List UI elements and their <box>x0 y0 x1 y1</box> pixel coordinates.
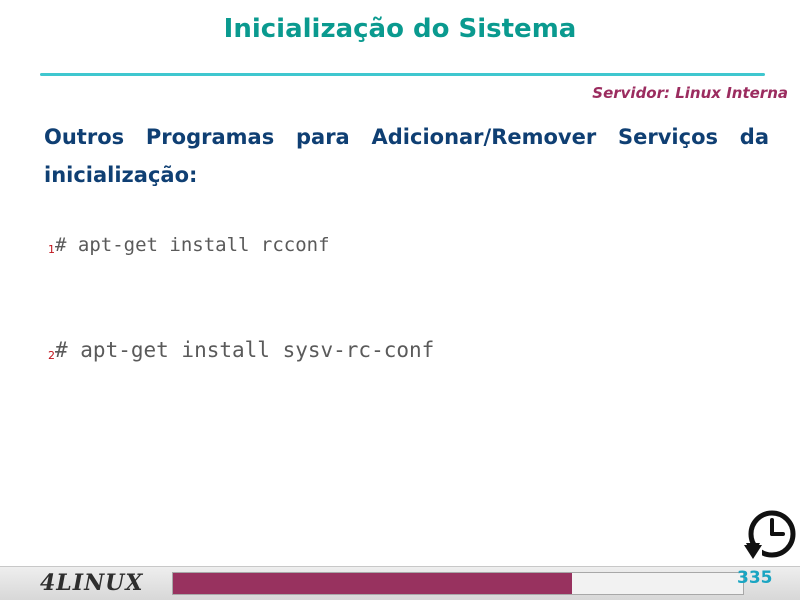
command-number-1: 1 <box>48 243 55 256</box>
content-heading: Outros Programas para Adicionar/Remover … <box>44 125 769 187</box>
page-number: 335 <box>737 568 773 588</box>
command-line-2: 2# apt-get install sysv-rc-conf <box>48 338 434 362</box>
command-number-2: 2 <box>48 349 55 362</box>
slide-subtitle: Servidor: Linux Interna <box>592 84 788 102</box>
command-line-1: 1# apt-get install rcconf <box>48 234 330 256</box>
command-text-1: # apt-get install rcconf <box>55 234 330 256</box>
slide-progress-fill <box>173 573 572 594</box>
slide-title: Inicialização do Sistema <box>223 14 577 44</box>
brand-logo: 4LINUX <box>40 570 144 596</box>
command-text-2: # apt-get install sysv-rc-conf <box>55 338 435 362</box>
title-divider <box>40 73 765 76</box>
slide-progress-bar <box>172 572 744 595</box>
timer-icon[interactable] <box>740 507 798 563</box>
